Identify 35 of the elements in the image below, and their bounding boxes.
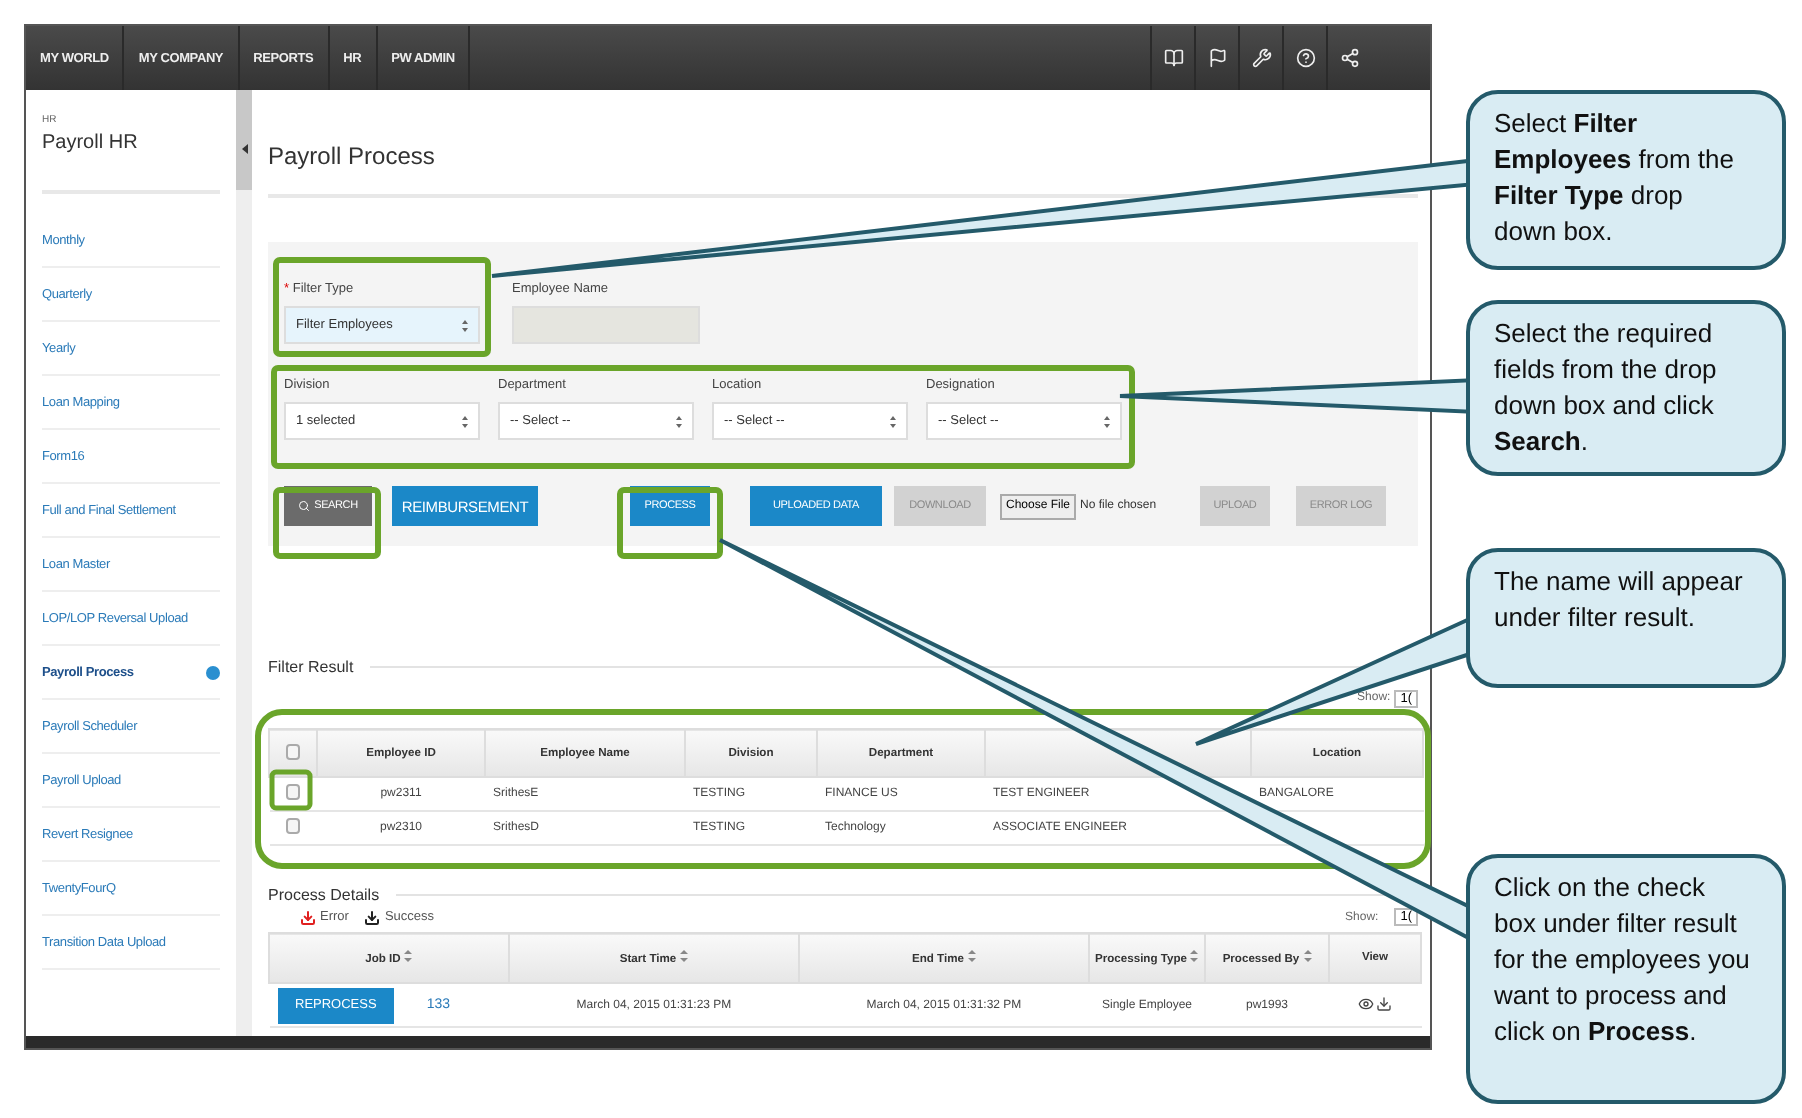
highlight-frame	[273, 487, 381, 559]
callout-bubble: Click on the check box under filter result for the employees you want to process and click on Process.	[1466, 854, 1786, 1104]
view-icon[interactable]	[1357, 995, 1374, 1011]
search-icon	[298, 500, 311, 512]
dropdown-caret-icon	[890, 415, 896, 427]
tools-icon[interactable]	[1251, 48, 1271, 68]
page-title: Payroll Process	[268, 142, 435, 170]
sidebar-title: Payroll HR	[42, 132, 140, 154]
dropdown-caret-icon	[462, 319, 468, 331]
flag-icon[interactable]	[1207, 48, 1227, 68]
dropdown-caret-icon	[462, 415, 468, 427]
active-dot-icon	[206, 665, 220, 679]
sort-icon[interactable]	[1303, 950, 1312, 962]
sort-icon[interactable]	[404, 950, 413, 962]
callout-bubble: Select Filter Employees from the Filter Type drop down box.	[1466, 90, 1786, 270]
download-icon[interactable]	[1376, 995, 1393, 1011]
dropdown-caret-icon	[1104, 415, 1110, 427]
collapse-icon[interactable]	[241, 144, 247, 154]
dropdown-caret-icon	[676, 415, 682, 427]
error-download-icon[interactable]	[300, 909, 316, 925]
row-checkbox[interactable]	[286, 784, 300, 800]
sort-icon[interactable]	[680, 950, 689, 962]
share-icon[interactable]	[1339, 48, 1359, 68]
success-download-icon[interactable]	[364, 909, 381, 925]
row-checkbox[interactable]	[286, 818, 300, 834]
help-icon[interactable]	[1295, 48, 1315, 68]
book-icon[interactable]	[1163, 48, 1183, 68]
highlight-frame	[617, 487, 723, 559]
callout-bubble: The name will appear under filter result.	[1466, 548, 1786, 688]
section-title: Process Details	[268, 886, 380, 904]
callout-bubble: Select the required fields from the drop down box and click Search.	[1466, 300, 1786, 476]
sort-icon[interactable]	[967, 950, 976, 962]
sort-icon[interactable]	[1190, 950, 1199, 962]
select-all-checkbox[interactable]	[286, 743, 300, 759]
section-title: Filter Result	[268, 658, 354, 676]
